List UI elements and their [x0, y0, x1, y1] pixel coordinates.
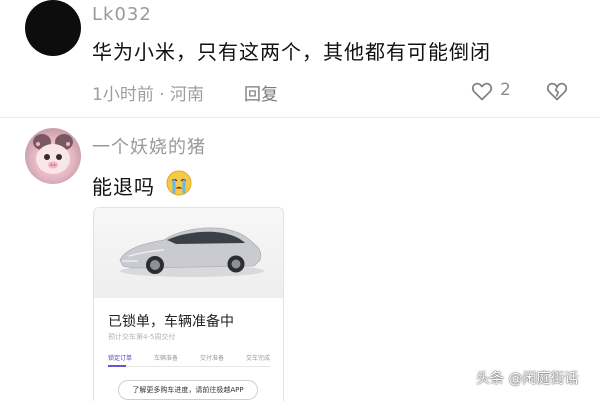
step-label: 交车完成: [246, 355, 271, 362]
comment-meta: 1小时前 · 河南: [92, 85, 205, 105]
order-status-subtitle: 预计交车第4-5周交付: [108, 333, 176, 341]
comment-text: 华为小米，只有这两个，其他都有可能倒闭: [92, 40, 491, 64]
step-label: 交付准备: [200, 355, 225, 362]
reply-button[interactable]: 回复: [244, 80, 278, 105]
heart-icon[interactable]: [470, 79, 494, 103]
avatar[interactable]: [25, 0, 81, 56]
watermark: 头条 @闲庭街话: [476, 371, 579, 387]
car-image: [94, 208, 283, 298]
progress-steps: 锁定订单 车辆准备 交付准备 交车完成: [108, 353, 270, 365]
username[interactable]: Lk032: [92, 4, 152, 25]
avatar[interactable]: [25, 128, 81, 184]
open-app-button[interactable]: 了解更多购车进度，请前往极越APP: [118, 380, 258, 400]
crying-face-icon: [166, 170, 192, 196]
progress-fill: [108, 365, 126, 367]
like-count: 2: [500, 80, 511, 100]
username[interactable]: 一个妖娆的猪: [92, 133, 206, 159]
order-status-card[interactable]: 已锁单，车辆准备中 预计交车第4-5周交付 锁定订单 车辆准备 交付准备 交车完…: [93, 207, 284, 401]
order-status-title: 已锁单，车辆准备中: [108, 314, 234, 330]
broken-heart-icon[interactable]: [545, 79, 569, 103]
comment-text: 能退吗: [92, 175, 155, 199]
divider: [0, 117, 600, 118]
progress-track: [108, 366, 270, 367]
step-label: 锁定订单: [108, 355, 133, 362]
step-label: 车辆准备: [154, 355, 179, 362]
